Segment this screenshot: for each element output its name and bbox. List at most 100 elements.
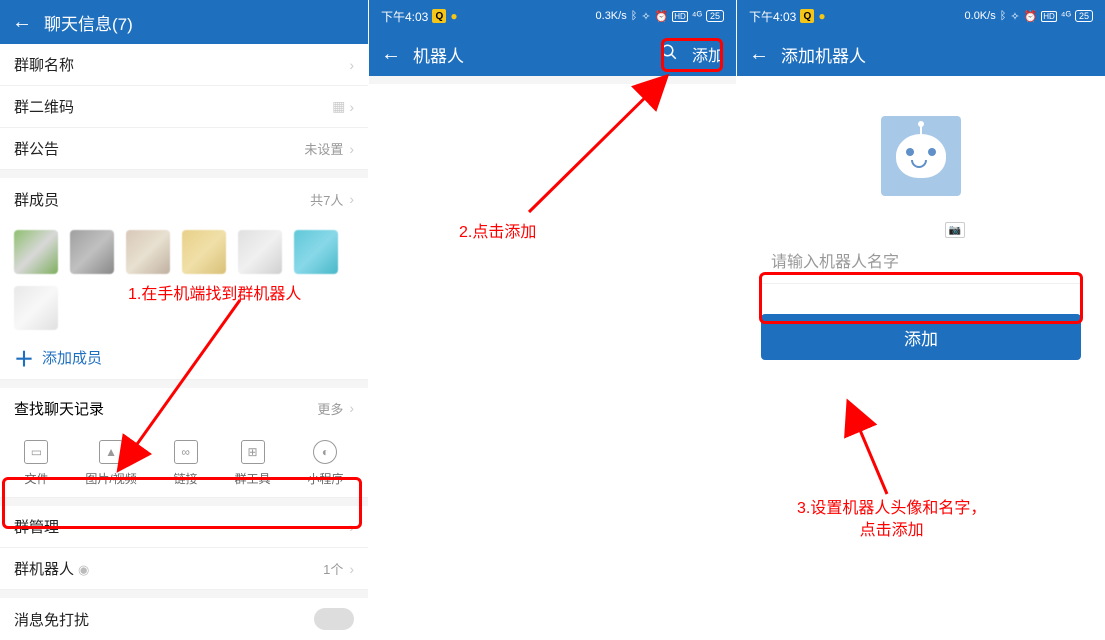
app-dot-icon: ● (450, 9, 457, 23)
miniapp-icon: ◐ (313, 440, 337, 464)
row-dnd[interactable]: 消息免打扰 (0, 598, 368, 640)
page-title: 机器人 (413, 42, 660, 67)
app-dot-icon: ● (818, 9, 825, 23)
page-title: 聊天信息(7) (44, 10, 133, 35)
label: 添加 (904, 325, 938, 350)
separator (0, 170, 368, 178)
search-icon[interactable] (660, 43, 678, 66)
label: 查找聊天记录 (14, 398, 104, 419)
back-icon[interactable]: ← (381, 43, 401, 66)
robot-head-icon (896, 134, 946, 178)
app-badge-icon: Q (432, 9, 446, 23)
tool-miniapp[interactable]: ◐小程序 (307, 440, 343, 487)
hd-icon: HD (672, 11, 688, 22)
tool-file[interactable]: ▭文件 (24, 440, 48, 487)
back-icon[interactable]: ← (749, 43, 769, 66)
add-robot-body: 📷 请输入机器人名字 添加 (737, 76, 1105, 360)
bluetooth-icon: ᛒ (631, 10, 638, 22)
label: 群机器人◉ (14, 558, 89, 579)
row-group-robot[interactable]: 群机器人◉ 1个 › (0, 548, 368, 590)
member-avatar[interactable] (182, 230, 226, 274)
label: 群管理 (14, 516, 59, 537)
toolbox-icon: ⊞ (241, 440, 265, 464)
toggle-switch[interactable] (314, 608, 354, 630)
chevron-right-icon: › (349, 561, 354, 577)
net-speed: 0.3K/s (596, 10, 627, 22)
eye-icon: ◉ (78, 562, 89, 577)
count: 1个 (323, 559, 343, 578)
status-bar: 下午4:03 Q ● 0.0K/s ᛒ ✧ ⏰ HD ⁴ᴳ 25 (737, 0, 1105, 32)
add-member-button[interactable]: ＋ 添加成员 (0, 336, 368, 380)
app-badge-icon: Q (800, 9, 814, 23)
member-avatar[interactable] (14, 286, 58, 330)
count: 共7人 (310, 190, 343, 209)
camera-icon[interactable]: 📷 (945, 222, 965, 238)
placeholder: 请输入机器人名字 (771, 248, 899, 272)
signal-icon: ⁴ᴳ (1061, 10, 1071, 22)
plus-icon: ＋ (14, 343, 34, 372)
chevron-right-icon: › (349, 57, 354, 73)
more-label: 更多 (317, 399, 343, 418)
alarm-icon: ⏰ (1024, 10, 1038, 23)
member-avatar[interactable] (126, 230, 170, 274)
row-group-notice[interactable]: 群公告 未设置 › (0, 128, 368, 170)
panel-add-robot: 下午4:03 Q ● 0.0K/s ᛒ ✧ ⏰ HD ⁴ᴳ 25 ← 添加机器人 (736, 0, 1105, 555)
chevron-right-icon: › (349, 141, 354, 157)
status-bar: 下午4:03 Q ● 0.3K/s ᛒ ✧ ⏰ HD ⁴ᴳ 25 (369, 0, 736, 32)
panel-chat-info: ← 聊天信息(7) 群聊名称 › 群二维码 ▦› 群公告 未设置› 群成员 共7… (0, 0, 368, 555)
tool-image[interactable]: ▲图片/视频 (85, 440, 136, 487)
label: 群二维码 (14, 96, 74, 117)
header-robot: ← 机器人 添加 (369, 32, 736, 76)
tool-row: ▭文件 ▲图片/视频 ∞链接 ⊞群工具 ◐小程序 (0, 428, 368, 498)
chevron-right-icon: › (349, 99, 354, 115)
member-avatar[interactable] (238, 230, 282, 274)
label: 添加成员 (42, 347, 102, 368)
annotation-2: 2.点击添加 (459, 218, 536, 242)
status-time: 下午4:03 (381, 8, 428, 25)
row-members-header[interactable]: 群成员 共7人› (0, 178, 368, 220)
robot-name-input[interactable]: 请输入机器人名字 (761, 236, 1081, 284)
bluetooth-icon: ᛒ (1000, 10, 1007, 22)
image-icon: ▲ (99, 440, 123, 464)
row-group-name[interactable]: 群聊名称 › (0, 44, 368, 86)
status-left: 下午4:03 Q ● (381, 8, 458, 25)
member-avatar[interactable] (14, 230, 58, 274)
panel-robot-list: 下午4:03 Q ● 0.3K/s ᛒ ✧ ⏰ HD ⁴ᴳ 25 ← 机器人 添… (368, 0, 736, 555)
chevron-right-icon: › (349, 400, 354, 416)
header-add-robot: ← 添加机器人 (737, 32, 1105, 76)
row-group-qr[interactable]: 群二维码 ▦ › (0, 86, 368, 128)
qr-icon: ▦ (332, 98, 343, 115)
value: 未设置 (304, 139, 343, 158)
folder-icon: ▭ (24, 440, 48, 464)
label: 群公告 (14, 138, 59, 159)
status-time: 下午4:03 (749, 8, 796, 25)
status-right: 0.3K/s ᛒ ✧ ⏰ HD ⁴ᴳ 25 (596, 10, 724, 23)
alarm-icon: ⏰ (655, 10, 669, 23)
link-icon: ∞ (174, 440, 198, 464)
chevron-right-icon: › (349, 191, 354, 207)
label: 消息免打扰 (14, 609, 89, 630)
hd-icon: HD (1041, 11, 1057, 22)
status-left: 下午4:03 Q ● (749, 8, 826, 25)
page-title: 添加机器人 (781, 42, 866, 67)
separator (0, 590, 368, 598)
separator (369, 76, 736, 84)
signal-icon: ⁴ᴳ (692, 10, 702, 22)
add-button[interactable]: 添加 (692, 42, 724, 66)
member-avatar[interactable] (70, 230, 114, 274)
annotation-3: 3.设置机器人头像和名字，点击添加 (797, 498, 986, 543)
member-avatars (0, 220, 368, 336)
row-group-admin[interactable]: 群管理 › (0, 506, 368, 548)
robot-avatar (881, 116, 961, 196)
member-avatar[interactable] (294, 230, 338, 274)
chevron-right-icon: › (349, 519, 354, 535)
row-search-history[interactable]: 查找聊天记录 更多 › (0, 388, 368, 428)
tool-group[interactable]: ⊞群工具 (235, 440, 271, 487)
add-confirm-button[interactable]: 添加 (761, 314, 1081, 360)
net-speed: 0.0K/s (965, 10, 996, 22)
robot-avatar-wrapper[interactable]: 📷 (881, 116, 961, 236)
tool-link[interactable]: ∞链接 (174, 440, 198, 487)
back-icon[interactable]: ← (12, 11, 32, 34)
vibrate-icon: ✧ (641, 10, 650, 23)
status-right: 0.0K/s ᛒ ✧ ⏰ HD ⁴ᴳ 25 (965, 10, 1093, 23)
